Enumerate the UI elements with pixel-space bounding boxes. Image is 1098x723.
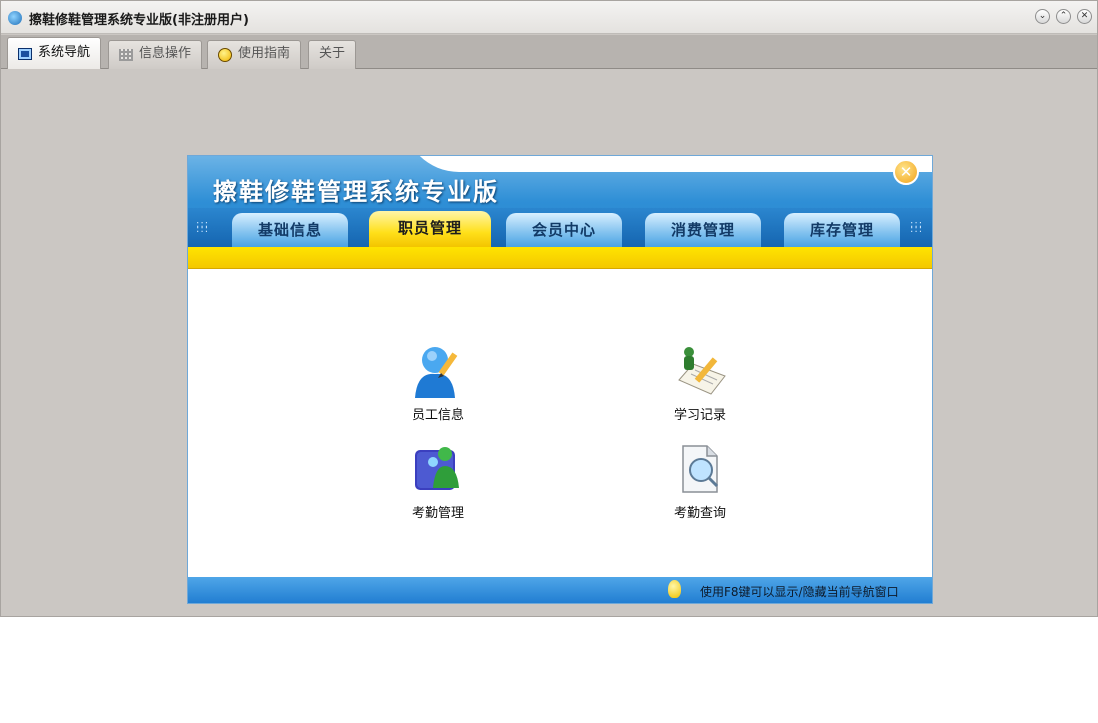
item-attendance-mgmt[interactable]: 考勤管理: [398, 440, 478, 521]
lightbulb-icon: [668, 580, 681, 598]
tab-label: 关于: [319, 46, 346, 61]
attendance-icon: [411, 440, 465, 498]
tab-label: 使用指南: [238, 46, 291, 61]
minimize-button[interactable]: ⌄: [1035, 9, 1050, 24]
header-swoosh: [403, 156, 932, 172]
window-title: 擦鞋修鞋管理系统专业版(非注册用户): [29, 13, 249, 28]
tab-system-nav[interactable]: 系统导航: [7, 37, 102, 69]
smiley-icon: [218, 48, 232, 62]
item-label: 学习记录: [673, 408, 726, 423]
maximize-button[interactable]: ⌃: [1056, 9, 1071, 24]
app-logo-icon: [8, 11, 22, 25]
grid-icon: [119, 49, 133, 61]
close-window-button[interactable]: ✕: [1077, 9, 1092, 24]
attendance-search-icon: [673, 440, 727, 498]
item-employee-info[interactable]: 员工信息: [398, 342, 478, 423]
nav-tab-inventory-mgmt[interactable]: 库存管理: [784, 213, 900, 247]
item-attendance-query[interactable]: 考勤查询: [660, 440, 740, 521]
dots-left-icon: ::: :::: [196, 219, 210, 235]
tab-label: 系统导航: [38, 45, 91, 60]
monitor-icon: [18, 48, 32, 60]
dots-right-icon: ::: :::: [910, 219, 924, 235]
navigation-panel: 擦鞋修鞋管理系统专业版 ✕ ::: ::: 基础信息 职员管理 会员中心 消费管…: [187, 155, 933, 604]
employee-pencil-icon: [411, 342, 465, 400]
panel-close-button[interactable]: ✕: [893, 159, 919, 185]
nav-tab-member-center[interactable]: 会员中心: [506, 213, 622, 247]
nav-tab-staff-mgmt[interactable]: 职员管理: [369, 211, 491, 247]
study-record-icon: [673, 342, 727, 400]
tab-info-ops[interactable]: 信息操作: [108, 40, 203, 69]
tab-strip: 系统导航 信息操作 使用指南 关于: [1, 35, 1097, 69]
tab-user-guide[interactable]: 使用指南: [207, 40, 302, 69]
main-window: 擦鞋修鞋管理系统专业版(非注册用户) ⌄ ⌃ ✕ 系统导航 信息操作 使用指南 …: [0, 0, 1098, 617]
panel-title: 擦鞋修鞋管理系统专业版: [213, 178, 499, 206]
item-label: 考勤查询: [673, 506, 726, 521]
panel-header: 擦鞋修鞋管理系统专业版 ✕ ::: ::: 基础信息 职员管理 会员中心 消费管…: [188, 156, 932, 269]
item-study-record[interactable]: 学习记录: [660, 342, 740, 423]
item-label: 员工信息: [411, 408, 464, 423]
nav-tab-basic-info[interactable]: 基础信息: [232, 213, 348, 247]
nav-yellow-bar: [188, 247, 932, 269]
panel-nav-bar: ::: ::: 基础信息 职员管理 会员中心 消费管理 库存管理 ::: :::: [188, 208, 932, 247]
item-label: 考勤管理: [411, 506, 464, 521]
title-bar: 擦鞋修鞋管理系统专业版(非注册用户) ⌄ ⌃ ✕: [1, 1, 1097, 34]
panel-footer: 使用F8键可以显示/隐藏当前导航窗口: [188, 577, 932, 603]
nav-tab-consumption-mgmt[interactable]: 消费管理: [645, 213, 761, 247]
tab-about[interactable]: 关于: [308, 40, 357, 69]
tab-label: 信息操作: [139, 46, 192, 61]
footer-tip: 使用F8键可以显示/隐藏当前导航窗口: [700, 585, 899, 599]
